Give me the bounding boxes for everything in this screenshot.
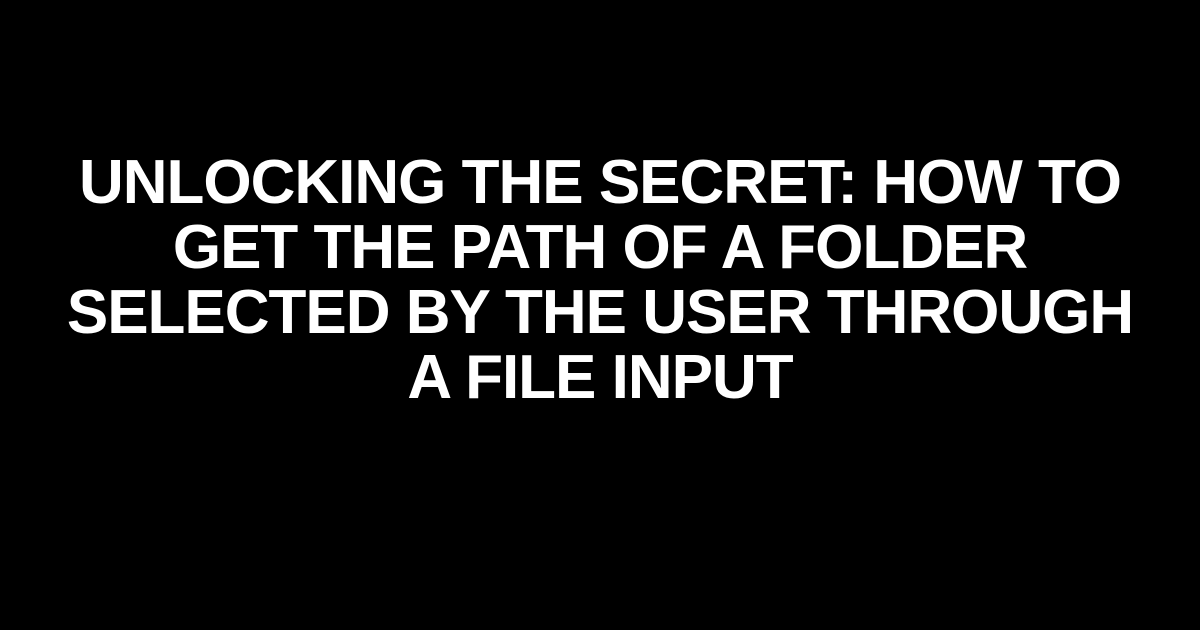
page-title: UNLOCKING THE SECRET: HOW TO GET THE PAT… <box>60 150 1140 410</box>
title-container: UNLOCKING THE SECRET: HOW TO GET THE PAT… <box>0 150 1200 410</box>
